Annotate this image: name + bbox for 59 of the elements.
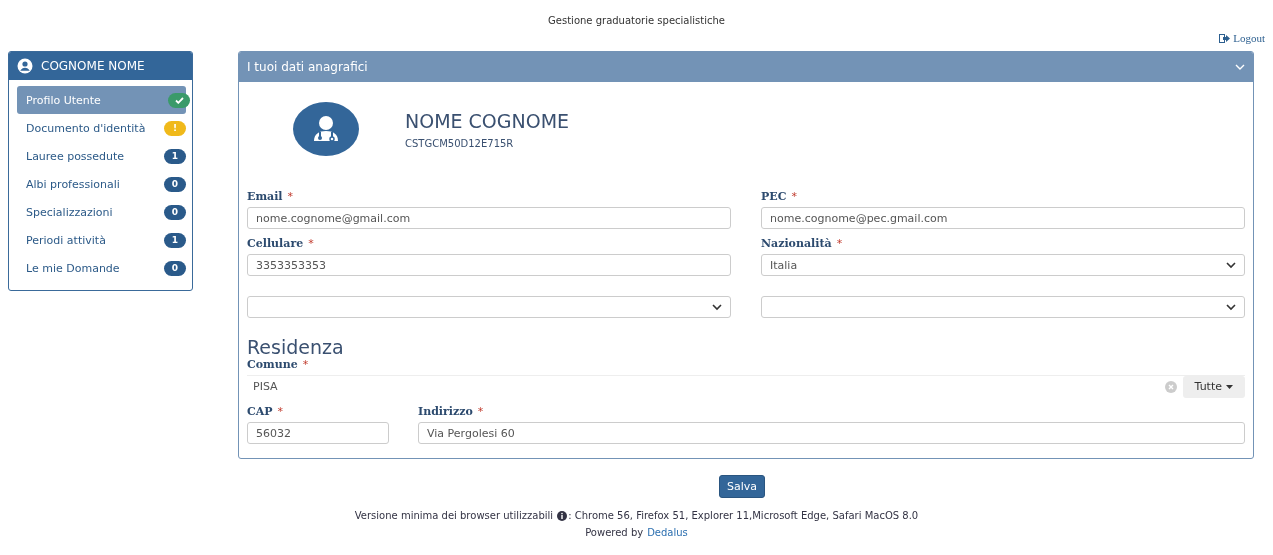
select-field[interactable] xyxy=(761,296,1245,318)
field-label: Indirizzo xyxy=(418,405,473,418)
input-field[interactable]: 56032 xyxy=(247,422,389,444)
required-mark: * xyxy=(791,190,797,203)
sidebar-item[interactable]: Albi professionali 0 xyxy=(17,170,186,198)
profile-name: NOME COGNOME xyxy=(405,109,570,132)
required-mark: * xyxy=(836,237,843,250)
field-label: Comune xyxy=(247,358,298,371)
sidebar-item[interactable]: Le mie Domande 0 xyxy=(17,254,186,282)
fiscal-code: CSTGCM50D12E715R xyxy=(405,137,515,149)
select-field[interactable]: Italia xyxy=(761,254,1245,276)
powered-by-text: Powered by xyxy=(585,527,644,538)
collapse-icon[interactable] xyxy=(1235,63,1245,71)
page-title: Gestione graduatorie specialistiche xyxy=(548,15,725,26)
user-name: COGNOME NOME xyxy=(41,59,145,73)
filter-dropdown-button[interactable]: Tutte xyxy=(1182,375,1245,398)
browser-note: Versione minima dei browser utilizzabili xyxy=(354,510,554,521)
chevron-down-icon xyxy=(1226,303,1236,311)
required-mark: * xyxy=(477,405,484,418)
info-icon xyxy=(557,510,568,521)
chevron-down-icon xyxy=(1226,261,1236,269)
field-label: PEC xyxy=(761,190,787,203)
sidebar-item[interactable]: Specializzazioni 0 xyxy=(17,198,186,226)
dedalus-link[interactable]: Dedalus xyxy=(647,527,688,538)
save-button[interactable]: Salva xyxy=(719,475,765,498)
count-badge: 0 xyxy=(164,260,186,276)
field-label: Nazionalità xyxy=(761,237,832,250)
required-mark: * xyxy=(287,190,293,203)
browser-list: : Chrome 56, Firefox 51, Explorer 11,Microsoft Edge, Safari MacOS 8.0 xyxy=(568,510,919,521)
input-field[interactable]: nome.cognome@pec.gmail.com xyxy=(761,207,1245,229)
warning-badge: ! xyxy=(164,120,186,136)
clear-icon[interactable] xyxy=(1164,380,1177,393)
logout-icon xyxy=(1219,33,1231,43)
sidebar-item[interactable]: Periodi attività 1 xyxy=(17,226,186,254)
caret-icon xyxy=(1226,384,1233,389)
required-mark: * xyxy=(308,237,314,250)
logout-link[interactable]: Logout xyxy=(1219,30,1265,46)
field-label: Email xyxy=(247,190,283,203)
required-mark: * xyxy=(277,405,284,418)
panel-title: I tuoi dati anagrafici xyxy=(247,60,368,74)
count-badge: 1 xyxy=(164,232,186,248)
chevron-down-icon xyxy=(712,303,722,311)
field-label: Cellulare xyxy=(247,237,304,250)
select-field[interactable] xyxy=(247,296,731,318)
input-field[interactable]: 3353353353 xyxy=(247,254,731,276)
count-badge: 0 xyxy=(164,204,186,220)
user-icon xyxy=(17,58,33,74)
doctor-avatar-icon xyxy=(293,102,359,156)
count-badge: 1 xyxy=(164,148,186,164)
field-label: CAP xyxy=(247,405,273,418)
section-title: Residenza xyxy=(247,336,345,358)
comune-field[interactable]: PISA xyxy=(247,380,1165,393)
sidebar-item[interactable]: Documento d'identità ! xyxy=(17,114,186,142)
input-field[interactable]: nome.cognome@gmail.com xyxy=(247,207,731,229)
required-mark: * xyxy=(302,358,309,371)
check-badge xyxy=(168,92,190,108)
sidebar-item[interactable]: Lauree possedute 1 xyxy=(17,142,186,170)
count-badge: 0 xyxy=(164,176,186,192)
input-field[interactable]: Via Pergolesi 60 xyxy=(418,422,1245,444)
